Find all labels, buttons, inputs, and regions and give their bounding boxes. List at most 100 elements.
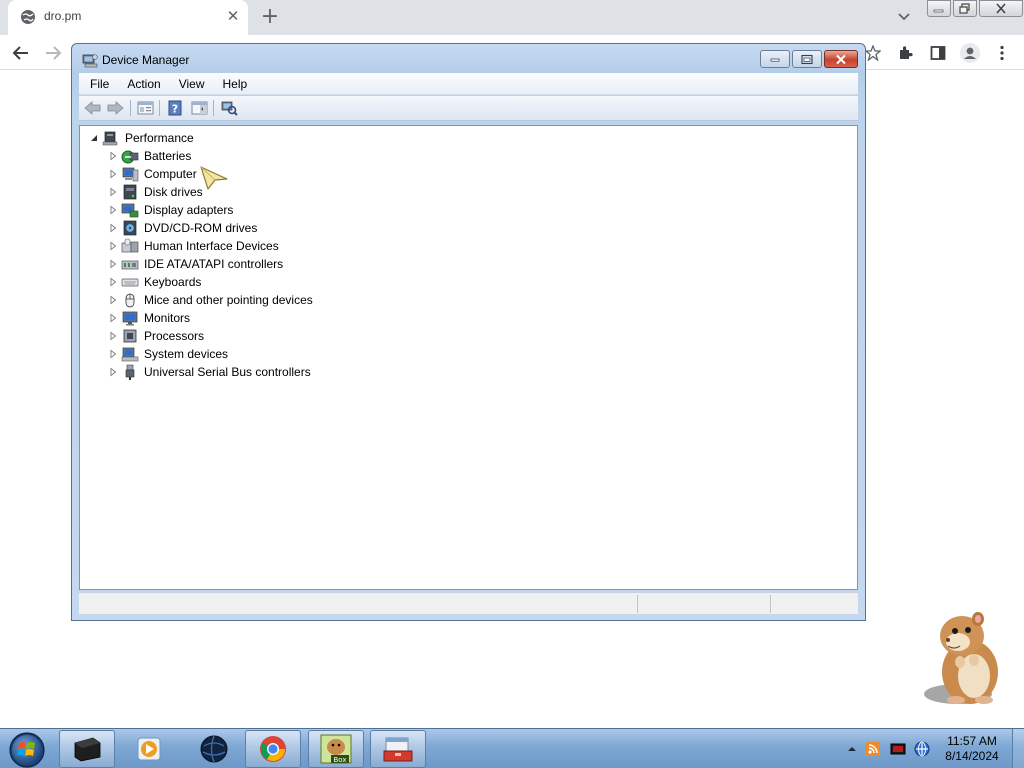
box-app-label: Box bbox=[333, 756, 346, 764]
battery-icon bbox=[121, 150, 139, 164]
taskbar-toolbox-button[interactable] bbox=[370, 730, 426, 768]
tree-item-label: Human Interface Devices bbox=[144, 239, 279, 253]
tree-item-system-devices[interactable]: System devices bbox=[107, 345, 228, 363]
toolbar-view-button[interactable] bbox=[189, 99, 209, 117]
tree-item-label: IDE ATA/ATAPI controllers bbox=[144, 257, 284, 271]
toolbar-help-button[interactable]: ? bbox=[165, 99, 185, 117]
toolbar-scan-hardware-button[interactable] bbox=[219, 99, 239, 117]
browser-menu-kebab-icon[interactable] bbox=[991, 42, 1013, 64]
usb-icon bbox=[125, 364, 135, 380]
computer-root-icon bbox=[102, 131, 118, 146]
tree-item-label: DVD/CD-ROM drives bbox=[144, 221, 258, 235]
window-title: Device Manager bbox=[102, 53, 190, 67]
dm-minimize-button[interactable] bbox=[760, 50, 790, 68]
browser-tab-strip: dro.pm ✕ + bbox=[0, 0, 1024, 35]
tab-search-chevron-icon[interactable] bbox=[893, 8, 915, 26]
expand-triangle-icon[interactable] bbox=[107, 348, 119, 360]
toolbar-properties-button[interactable] bbox=[135, 99, 155, 117]
tree-item-label: Keyboards bbox=[144, 275, 202, 289]
menu-file[interactable]: File bbox=[79, 77, 118, 91]
taskbar-clock[interactable]: 11:57 AM 8/14/2024 bbox=[942, 734, 1002, 764]
tree-item-universal-serial-bus-controllers[interactable]: Universal Serial Bus controllers bbox=[107, 363, 311, 381]
browser-close-button[interactable] bbox=[979, 0, 1023, 17]
display-adapter-icon bbox=[121, 203, 139, 218]
ide-controller-icon bbox=[121, 260, 139, 270]
clock-time: 11:57 AM bbox=[947, 734, 997, 748]
tree-item-label: Batteries bbox=[144, 149, 192, 163]
taskbar-media-player-button[interactable] bbox=[121, 730, 177, 768]
expand-triangle-icon[interactable] bbox=[107, 276, 119, 288]
tree-item-ide-ata-atapi-controllers[interactable]: IDE ATA/ATAPI controllers bbox=[107, 255, 283, 273]
expand-triangle-icon[interactable] bbox=[107, 258, 119, 270]
toolbar-back-button[interactable] bbox=[83, 99, 103, 117]
back-arrow-icon bbox=[84, 101, 101, 115]
side-panel-icon[interactable] bbox=[927, 42, 949, 64]
tray-network-icon[interactable] bbox=[914, 741, 930, 757]
expand-triangle-icon[interactable] bbox=[107, 204, 119, 216]
browser-restore-button[interactable] bbox=[953, 0, 977, 17]
tree-item-label: Monitors bbox=[144, 311, 191, 325]
dm-restore-button[interactable] bbox=[792, 50, 822, 68]
menu-help[interactable]: Help bbox=[214, 77, 257, 91]
tree-item-human-interface-devices[interactable]: Human Interface Devices bbox=[107, 237, 279, 255]
globe-icon bbox=[21, 10, 35, 24]
browser-window-controls bbox=[927, 0, 1024, 18]
expand-triangle-icon[interactable] bbox=[107, 294, 119, 306]
expand-triangle-icon[interactable] bbox=[107, 240, 119, 252]
tree-item-label: Processors bbox=[144, 329, 205, 343]
tray-show-hidden-icon[interactable] bbox=[844, 741, 860, 757]
arrow-right-icon bbox=[46, 46, 62, 60]
disk-drive-icon bbox=[123, 184, 137, 200]
tree-item-mice-and-other-pointing-devices[interactable]: Mice and other pointing devices bbox=[107, 291, 313, 309]
dvd-drive-icon bbox=[123, 220, 137, 236]
taskbar-chrome-button[interactable] bbox=[245, 730, 301, 768]
start-button[interactable] bbox=[5, 731, 49, 768]
device-manager-title-bar[interactable]: Device Manager bbox=[72, 44, 865, 72]
tray-rss-icon[interactable] bbox=[865, 741, 881, 757]
close-icon bbox=[996, 3, 1006, 14]
expand-triangle-icon[interactable] bbox=[107, 330, 119, 342]
hamster-desktop-pet-image bbox=[924, 612, 998, 704]
expand-triangle-icon[interactable] bbox=[107, 186, 119, 198]
tree-root-node[interactable]: Performance bbox=[88, 129, 194, 147]
toolbar-forward-button[interactable] bbox=[105, 99, 125, 117]
show-desktop-button[interactable] bbox=[1012, 729, 1024, 768]
media-player-icon bbox=[137, 737, 161, 761]
new-tab-button[interactable]: + bbox=[258, 4, 282, 30]
svg-text:?: ? bbox=[172, 103, 178, 116]
browser-minimize-button[interactable] bbox=[927, 0, 951, 17]
tree-item-batteries[interactable]: Batteries bbox=[107, 147, 191, 165]
keyboard-icon bbox=[121, 278, 139, 287]
dm-close-button[interactable] bbox=[824, 50, 858, 68]
hid-icon bbox=[121, 238, 139, 253]
tree-item-disk-drives[interactable]: Disk drives bbox=[107, 183, 203, 201]
expand-triangle-icon[interactable] bbox=[107, 222, 119, 234]
tree-item-monitors[interactable]: Monitors bbox=[107, 309, 190, 327]
tab-close-icon[interactable]: ✕ bbox=[224, 7, 242, 25]
tree-item-dvd-cd-rom-drives[interactable]: DVD/CD-ROM drives bbox=[107, 219, 257, 237]
tree-root-label: Performance bbox=[125, 131, 194, 145]
back-button[interactable] bbox=[9, 41, 33, 65]
tree-item-keyboards[interactable]: Keyboards bbox=[107, 273, 201, 291]
collapse-triangle-icon[interactable] bbox=[88, 132, 100, 144]
minimize-icon bbox=[933, 9, 944, 12]
taskbar-device-manager-button[interactable] bbox=[59, 730, 115, 768]
extensions-puzzle-icon[interactable] bbox=[895, 42, 917, 64]
menu-view[interactable]: View bbox=[170, 77, 214, 91]
tree-item-display-adapters[interactable]: Display adapters bbox=[107, 201, 233, 219]
browser-tab[interactable]: dro.pm ✕ bbox=[8, 0, 248, 35]
forward-button[interactable] bbox=[41, 41, 65, 65]
menu-action[interactable]: Action bbox=[118, 77, 169, 91]
status-bar-segment bbox=[770, 595, 858, 613]
restore-icon bbox=[959, 3, 970, 14]
profile-avatar-icon[interactable] bbox=[959, 42, 981, 64]
taskbar-box-app-button[interactable]: Box bbox=[308, 730, 364, 768]
expand-triangle-icon[interactable] bbox=[107, 150, 119, 162]
expand-triangle-icon[interactable] bbox=[107, 366, 119, 378]
taskbar-globe-app-button[interactable] bbox=[186, 730, 242, 768]
tray-monitor-icon[interactable] bbox=[890, 741, 906, 757]
expand-triangle-icon[interactable] bbox=[107, 168, 119, 180]
tree-item-computer[interactable]: Computer bbox=[107, 165, 197, 183]
tree-item-processors[interactable]: Processors bbox=[107, 327, 204, 345]
expand-triangle-icon[interactable] bbox=[107, 312, 119, 324]
